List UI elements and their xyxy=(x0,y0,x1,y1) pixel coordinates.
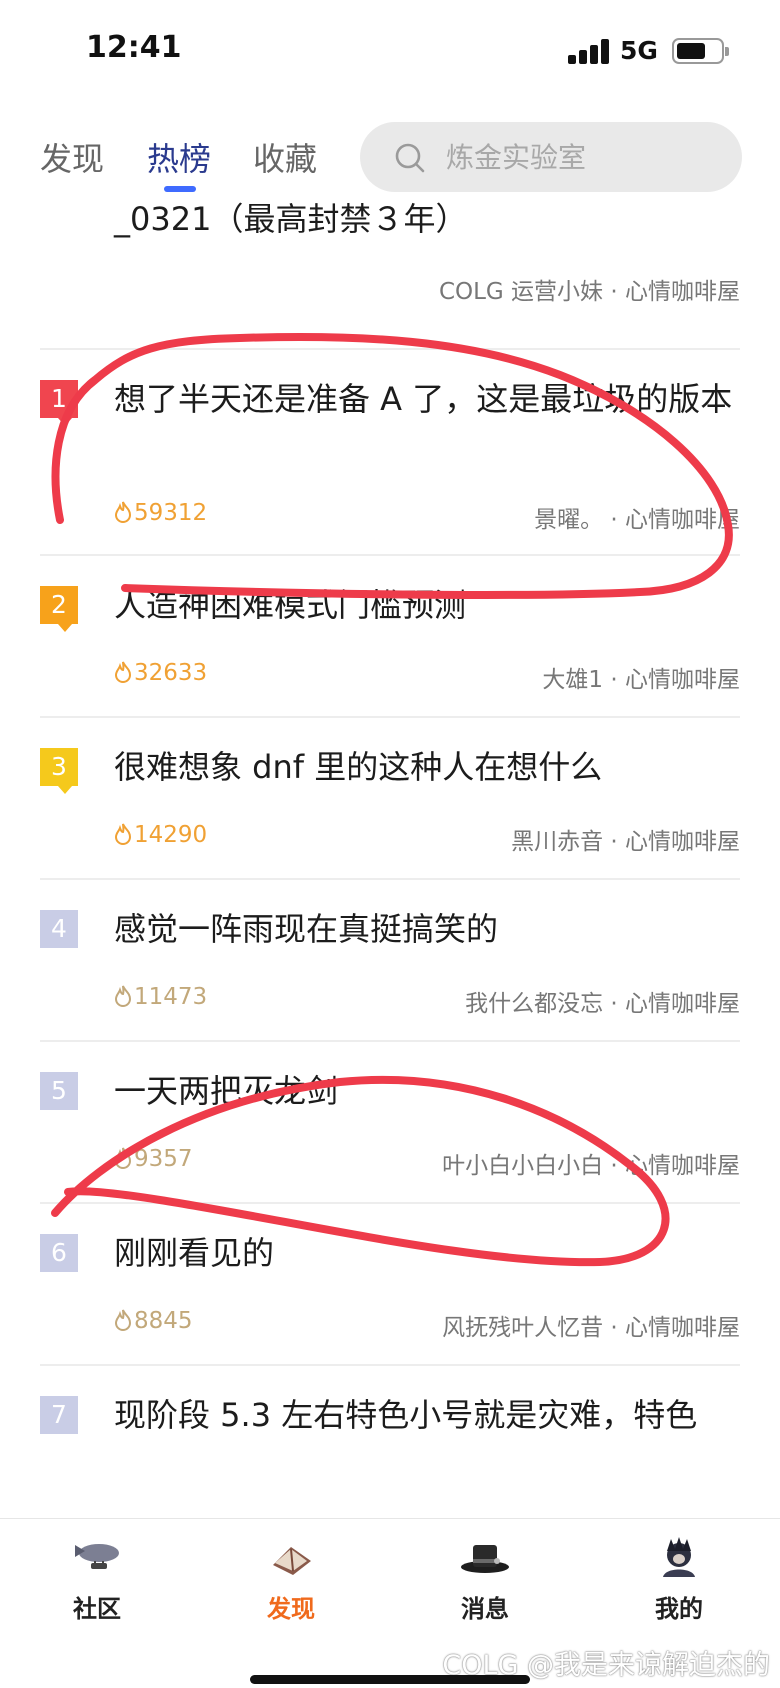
post-author: 叶小白小白小白 xyxy=(442,1153,604,1179)
heat-count: 59312 xyxy=(114,500,207,526)
heat-count: 32633 xyxy=(114,660,207,686)
home-indicator xyxy=(250,1675,530,1684)
battery-icon xyxy=(672,38,729,64)
post-author: 风抚残叶人忆昔 xyxy=(442,1315,604,1341)
post-board: 心情咖啡屋 xyxy=(625,1153,740,1179)
list-item[interactable]: 3 很难想象 dnf 里的这种人在想什么 14290 黑川赤音 · 心情咖啡屋 xyxy=(40,718,740,880)
post-meta: 黑川赤音 · 心情咖啡屋 xyxy=(511,822,740,856)
flame-icon xyxy=(114,501,132,523)
post-title: 现阶段 5.3 左右特色小号就是灾难，特色 xyxy=(114,1396,698,1434)
list-item[interactable]: 6 刚刚看见的 8845 风抚残叶人忆昔 · 心情咖啡屋 xyxy=(40,1204,740,1366)
nav-discover[interactable]: 发现 xyxy=(231,1537,351,1637)
rank-badge: 3 xyxy=(40,748,78,794)
post-board: 心情咖啡屋 xyxy=(625,829,740,855)
rank-badge: 1 xyxy=(40,380,78,426)
nav-messages[interactable]: 消息 xyxy=(425,1537,545,1637)
meta-separator: · xyxy=(603,667,625,693)
status-bar: 12:41 5G xyxy=(0,0,780,100)
post-board: 心情咖啡屋 xyxy=(625,1315,740,1341)
post-title: 想了半天还是准备 A 了，这是最垃圾的版本 xyxy=(114,380,733,418)
list-item[interactable]: 1 想了半天还是准备 A 了，这是最垃圾的版本 59312 景曜。 · 心情咖啡… xyxy=(40,350,740,556)
rank-badge: 4 xyxy=(40,910,78,948)
post-title: 感觉一阵雨现在真挺搞笑的 xyxy=(114,910,499,948)
flame-icon xyxy=(114,1147,132,1169)
post-author: 景曜。 xyxy=(534,507,604,533)
list-item[interactable]: 4 感觉一阵雨现在真挺搞笑的 11473 我什么都没忘 · 心情咖啡屋 xyxy=(40,880,740,1042)
tab-favorites[interactable]: 收藏 xyxy=(253,134,317,180)
post-title: 很难想象 dnf 里的这种人在想什么 xyxy=(114,748,603,786)
flame-icon xyxy=(114,1309,132,1331)
heat-count: 8845 xyxy=(114,1308,193,1334)
post-meta: 风抚残叶人忆昔 · 心情咖啡屋 xyxy=(442,1308,740,1342)
flame-icon xyxy=(114,985,132,1007)
nav-label: 消息 xyxy=(461,1595,509,1623)
meta-separator: · xyxy=(603,507,625,533)
avatar-icon xyxy=(663,1537,695,1577)
list-item[interactable]: 2 人造神困难模式门槛预测 32633 大雄1 · 心情咖啡屋 xyxy=(40,556,740,718)
heat-count: 11473 xyxy=(114,984,207,1010)
search-icon xyxy=(395,143,425,173)
list-item[interactable]: 5 一天两把灭龙剑 9357 叶小白小白小白 · 心情咖啡屋 xyxy=(40,1042,740,1204)
nav-label: 发现 xyxy=(267,1595,315,1623)
status-time: 12:41 xyxy=(86,30,182,65)
rank-badge: 5 xyxy=(40,1072,78,1110)
active-tab-indicator xyxy=(164,186,196,192)
rank-badge: 7 xyxy=(40,1396,78,1434)
post-title: 刚刚看见的 xyxy=(114,1234,275,1272)
meta-separator: · xyxy=(603,279,625,305)
flame-icon xyxy=(114,661,132,683)
post-author: 黑川赤音 xyxy=(511,829,604,855)
post-board: 心情咖啡屋 xyxy=(625,667,740,693)
tab-hot-list[interactable]: 热榜 xyxy=(147,134,211,180)
bottom-navigation: 社区 发现 消息 我的 COLG @我是来谅解迫杰的 xyxy=(0,1518,780,1688)
nav-profile[interactable]: 我的 xyxy=(619,1537,739,1637)
post-author: 我什么都没忘 xyxy=(465,991,604,1017)
search-bar[interactable] xyxy=(360,122,742,192)
meta-separator: · xyxy=(603,1315,625,1341)
rank-badge: 2 xyxy=(40,586,78,632)
top-navigation: 发现 热榜 收藏 xyxy=(0,110,780,200)
post-meta: 景曜。 · 心情咖啡屋 xyxy=(534,500,740,534)
list-item[interactable]: _0321（最高封禁３年） COLG 运营小妹 · 心情咖啡屋 xyxy=(40,200,740,350)
airship-icon xyxy=(75,1544,119,1569)
list-item[interactable]: 7 现阶段 5.3 左右特色小号就是灾难，特色 xyxy=(40,1366,740,1518)
post-board: 心情咖啡屋 xyxy=(625,279,740,305)
meta-separator: · xyxy=(603,829,625,855)
meta-separator: · xyxy=(603,1153,625,1179)
post-title: 一天两把灭龙剑 xyxy=(114,1072,339,1110)
rank-badge: 6 xyxy=(40,1234,78,1272)
post-meta: COLG 运营小妹 · 心情咖啡屋 xyxy=(439,272,740,306)
top-hat-icon xyxy=(461,1545,509,1573)
post-meta: 大雄1 · 心情咖啡屋 xyxy=(542,660,740,694)
post-board: 心情咖啡屋 xyxy=(625,507,740,533)
post-author: COLG 运营小妹 xyxy=(438,279,604,305)
nav-label: 社区 xyxy=(73,1595,121,1623)
post-meta: 叶小白小白小白 · 心情咖啡屋 xyxy=(442,1146,740,1180)
nav-community[interactable]: 社区 xyxy=(37,1537,157,1637)
heat-count: 14290 xyxy=(114,822,207,848)
post-board: 心情咖啡屋 xyxy=(625,991,740,1017)
flame-icon xyxy=(114,823,132,845)
meta-separator: · xyxy=(603,991,625,1017)
nav-label: 我的 xyxy=(655,1595,703,1623)
post-meta: 我什么都没忘 · 心情咖啡屋 xyxy=(465,984,740,1018)
hot-list-feed: _0321（最高封禁３年） COLG 运营小妹 · 心情咖啡屋 1 想了半天还是… xyxy=(0,200,780,1518)
signal-icon xyxy=(568,38,612,64)
network-type: 5G xyxy=(620,36,658,65)
search-input[interactable] xyxy=(446,137,726,177)
post-author: 大雄1 xyxy=(542,667,604,693)
book-icon xyxy=(273,1547,311,1575)
post-title: 人造神困难模式门槛预测 xyxy=(114,586,467,624)
heat-count: 9357 xyxy=(114,1146,193,1172)
tab-discover[interactable]: 发现 xyxy=(40,134,104,180)
post-title: _0321（最高封禁３年） xyxy=(114,200,468,238)
